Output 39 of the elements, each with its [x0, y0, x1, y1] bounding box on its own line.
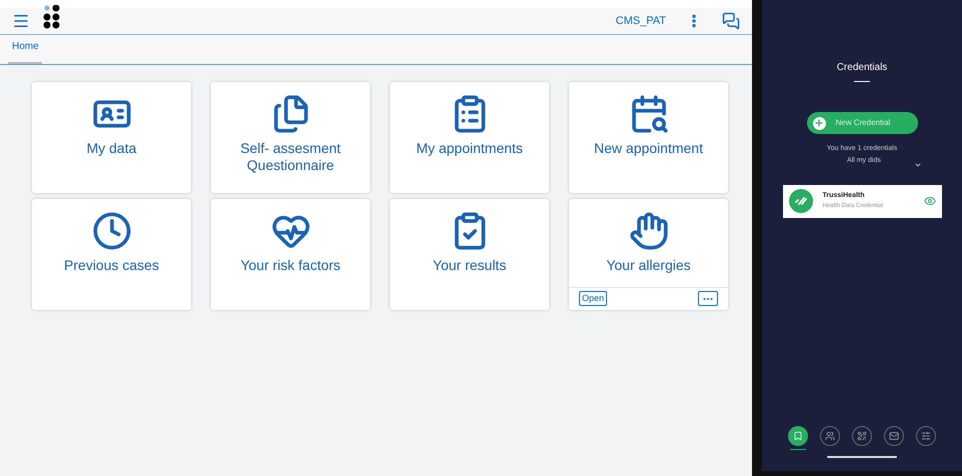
app-tile[interactable]: Previous cases: [32, 199, 191, 310]
nav-button[interactable]: [820, 426, 840, 446]
plus-icon: [812, 116, 826, 130]
app-tile[interactable]: New appointment: [569, 82, 728, 193]
app-tile[interactable]: My appointments: [390, 82, 549, 193]
clock-icon: [92, 211, 132, 251]
eye-icon[interactable]: [924, 195, 936, 207]
tile-title: Previous cases: [63, 257, 160, 274]
chat-icon[interactable]: [722, 12, 740, 30]
nav-button[interactable]: [788, 426, 808, 446]
panel-title: Credentials: [836, 61, 888, 75]
tile-title: Your results: [432, 257, 508, 274]
app-tile[interactable]: Your results: [390, 199, 549, 310]
nav-button[interactable]: [884, 426, 904, 446]
tile-title: My appointments: [415, 140, 524, 157]
qr-code-icon: [857, 431, 867, 441]
tile-title: Self- assesment Questionnaire: [239, 140, 342, 174]
home-tab[interactable]: Home: [8, 39, 42, 64]
app-tile[interactable]: Your risk factors: [211, 199, 370, 310]
hand-icon: [628, 211, 668, 251]
mail-icon: [889, 431, 899, 441]
tile-title: My data: [86, 140, 138, 157]
nav-button[interactable]: [916, 426, 936, 446]
user-name[interactable]: CMS_PAT: [616, 12, 666, 30]
more-button[interactable]: [698, 291, 718, 306]
tile-title: New appointment: [593, 140, 704, 157]
menu-icon[interactable]: [12, 12, 30, 30]
sliders-icon: [921, 431, 931, 441]
app-tile[interactable]: Your allergies Open: [569, 199, 728, 310]
logo-icon: [42, 5, 62, 29]
tile-title: Your risk factors: [240, 257, 342, 274]
nav-button[interactable]: [852, 426, 872, 446]
bookmark-icon: [793, 431, 803, 441]
people-icon: [825, 431, 835, 441]
credential-logo-icon: [788, 189, 812, 213]
app-tile[interactable]: My data: [32, 82, 191, 193]
app-tile[interactable]: Self- assesment Questionnaire: [211, 82, 370, 193]
tile-title: Your allergies: [605, 257, 692, 274]
open-button[interactable]: Open: [579, 291, 608, 306]
